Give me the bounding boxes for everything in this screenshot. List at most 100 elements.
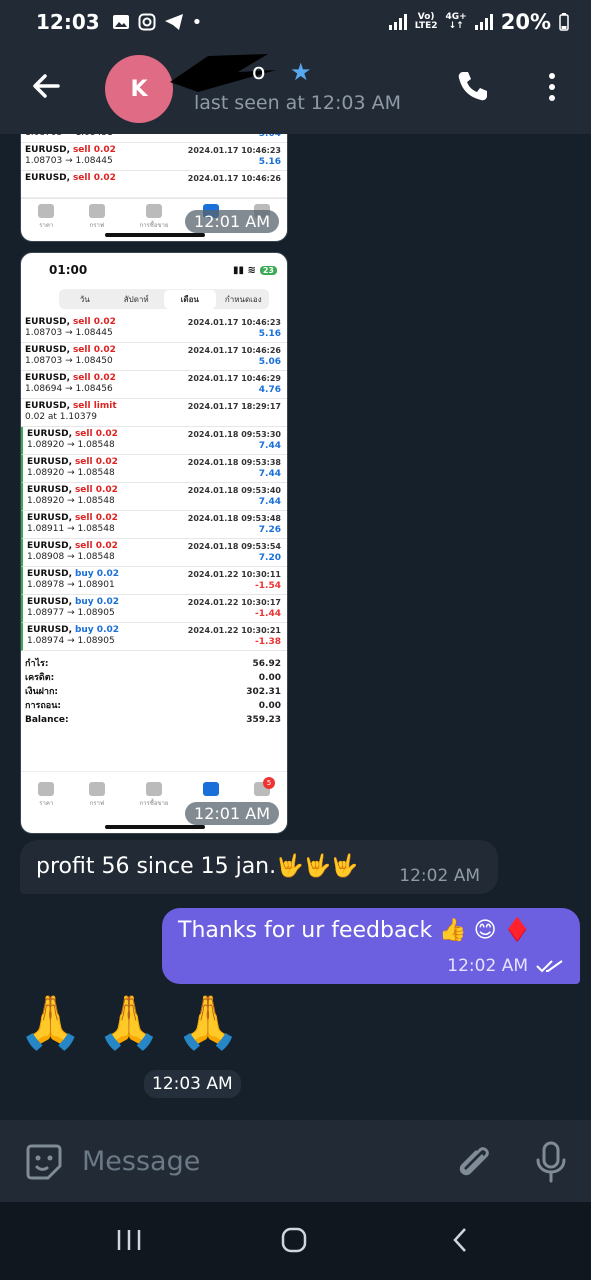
message-input[interactable] — [82, 1138, 432, 1184]
trade-direction: sell 0.02 — [72, 373, 116, 383]
message-time: 12:01 AM — [185, 210, 279, 233]
more-vert-icon[interactable] — [540, 70, 564, 104]
summary-block: กำไร: 56.92 เครดิต: 0.00 เงินฝาก: 302.31 การถอ… — [21, 651, 287, 727]
trade-price: 1.08920 → 1.08548 — [27, 468, 115, 478]
trade-date: 2024.01.22 10:30:17 — [187, 598, 281, 607]
trade-row: EURUSD, sell 0.02 1.08911 → 1.08548 2024.0… — [21, 511, 287, 539]
status-bar: 12:03 • Vo) LTE2 4G+ ↓↑ 20% — [0, 0, 591, 44]
trade-symbol: EURUSD, — [27, 513, 73, 523]
trade-symbol: EURUSD, — [27, 541, 73, 551]
summary-label: การถอน: — [25, 701, 61, 711]
trade-profit: 5.16 — [258, 157, 281, 167]
phone-status-bar: 01:00 ▮▮ ≋ 23 — [21, 253, 287, 287]
chat-area[interactable]: EUSD 1.08703 → 1.084515.04EURUSD, sell 0… — [0, 134, 591, 1120]
trade-symbol: EURUSD, — [25, 173, 71, 183]
trade-price: 1.08974 → 1.08905 — [27, 636, 115, 646]
message-composer — [0, 1120, 591, 1202]
trade-direction: buy 0.02 — [74, 597, 120, 607]
trade-profit: 5.06 — [258, 357, 281, 367]
trade-date: 2024.01.17 10:46:23 — [187, 146, 281, 155]
nav-trade: การซื้อขาย — [140, 204, 168, 230]
summary-label: เครดิต: — [25, 673, 55, 683]
trade-date: 2024.01.17 10:46:23 — [187, 318, 281, 327]
trade-date: 2024.01.18 09:53:54 — [187, 542, 281, 551]
trade-price: 1.08703 → 1.08445 — [25, 328, 113, 338]
volte-label: Vo) LTE2 — [414, 12, 438, 31]
recent-apps-icon[interactable] — [116, 1226, 142, 1254]
image-message-1[interactable]: EUSD 1.08703 → 1.084515.04EURUSD, sell 0… — [20, 134, 288, 242]
trade-date: 2024.01.18 09:53:38 — [187, 458, 281, 467]
segment-month: เดือน — [164, 289, 216, 309]
trade-symbol: EURUSD, — [25, 401, 71, 411]
image-message-2[interactable]: 01:00 ▮▮ ≋ 23 วัน สัปดาห์ เดือน กำหนดเอง… — [20, 252, 288, 834]
trade-profit: -1.38 — [255, 637, 281, 647]
summary-value: 302.31 — [246, 687, 281, 697]
trade-direction: sell limit — [72, 401, 117, 411]
emoji-message[interactable]: 🙏🙏🙏 — [18, 992, 254, 1053]
message-time: 12:01 AM — [185, 802, 279, 825]
message-text: profit 56 since 15 jan.🤟🤟🤟 — [36, 854, 359, 879]
trade-profit: 7.44 — [258, 497, 281, 507]
trade-profit: -1.44 — [255, 609, 281, 619]
avatar-initial: K — [130, 76, 148, 102]
trade-price: 1.08978 → 1.08901 — [27, 580, 115, 590]
trade-direction: sell 0.02 — [74, 429, 118, 439]
status-right: Vo) LTE2 4G+ ↓↑ 20% — [388, 10, 569, 34]
back-icon[interactable] — [450, 1226, 470, 1254]
trade-date: 2024.01.18 09:53:30 — [187, 430, 281, 439]
trade-profit: 7.44 — [258, 469, 281, 479]
trade-date: 2024.01.17 18:29:17 — [187, 402, 281, 411]
home-icon[interactable] — [280, 1226, 308, 1254]
trade-price: 1.08920 → 1.08548 — [27, 496, 115, 506]
phone-time: 01:00 — [49, 263, 88, 277]
summary-row: การถอน: 0.00 — [25, 699, 281, 713]
battery-percent: 20% — [500, 10, 551, 34]
avatar[interactable]: K — [105, 55, 173, 123]
summary-label: Balance: — [25, 715, 69, 725]
incoming-message[interactable]: profit 56 since 15 jan.🤟🤟🤟 12:02 AM — [20, 840, 498, 894]
nav-quotes: ราคา — [38, 204, 55, 230]
back-arrow-icon[interactable] — [28, 68, 64, 104]
trade-direction: sell 0.02 — [72, 317, 116, 327]
trade-row: EURUSD, sell 0.02 1.08920 → 1.08548 2024.0… — [21, 455, 287, 483]
nav-history — [203, 782, 220, 798]
trade-row: EURUSD, sell 0.02 1.08703 → 1.08445 2024.0… — [21, 143, 287, 171]
microphone-icon[interactable] — [534, 1140, 568, 1184]
summary-value: 0.00 — [258, 673, 281, 683]
trade-direction: sell 0.02 — [72, 173, 116, 183]
emoji-sticker-icon[interactable] — [24, 1142, 64, 1182]
signal-icon — [388, 14, 407, 30]
outgoing-message[interactable]: Thanks for ur feedback 👍 😊 ♦️ 12:02 AM — [162, 908, 580, 984]
trade-price: 1.08911 → 1.08548 — [27, 524, 115, 534]
chat-header: K o ★ last seen at 12:03 AM — [0, 44, 591, 134]
chat-name[interactable]: o — [252, 60, 265, 85]
trade-row: EURUSD, buy 0.02 1.08974 → 1.08905 2024.01… — [21, 623, 287, 651]
trade-price: 1.08703 → 1.08445 — [25, 156, 113, 166]
trade-row: EURUSD, sell 0.02 1.08920 → 1.08548 2024.0… — [21, 483, 287, 511]
system-navigation-bar — [0, 1202, 591, 1280]
message-time: 12:02 AM — [399, 866, 480, 886]
trade-list: EURUSD, sell 0.02 1.08703 → 1.08445 2024.0… — [21, 315, 287, 651]
message-time: 12:03 AM — [144, 1070, 241, 1098]
segment-week: สัปดาห์ — [123, 294, 149, 304]
star-icon: ★ — [290, 58, 312, 86]
message-meta: 12:02 AM — [447, 956, 564, 976]
trade-direction: sell 0.02 — [74, 513, 118, 523]
home-indicator — [105, 233, 205, 237]
summary-value: 56.92 — [252, 659, 281, 669]
phone-icon[interactable] — [456, 69, 490, 103]
trade-date: 2024.01.22 10:30:21 — [187, 626, 281, 635]
trade-symbol: EURUSD, — [27, 625, 73, 635]
data-label: 4G+ ↓↑ — [445, 12, 467, 31]
trade-symbol: EURUSD, — [25, 145, 71, 155]
paperclip-icon[interactable] — [456, 1142, 492, 1182]
trade-direction: sell 0.02 — [74, 541, 118, 551]
dot-icon: • — [191, 11, 203, 33]
trade-row: EURUSD, buy 0.02 1.08977 → 1.08905 2024.01… — [21, 595, 287, 623]
trade-symbol: EURUSD, — [27, 485, 73, 495]
period-segment-control: วัน สัปดาห์ เดือน กำหนดเอง — [59, 289, 269, 309]
summary-row: กำไร: 56.92 — [25, 657, 281, 671]
trade-price: 0.02 at 1.10379 — [25, 412, 98, 422]
summary-value: 0.00 — [258, 701, 281, 711]
trade-profit: 4.76 — [258, 385, 281, 395]
